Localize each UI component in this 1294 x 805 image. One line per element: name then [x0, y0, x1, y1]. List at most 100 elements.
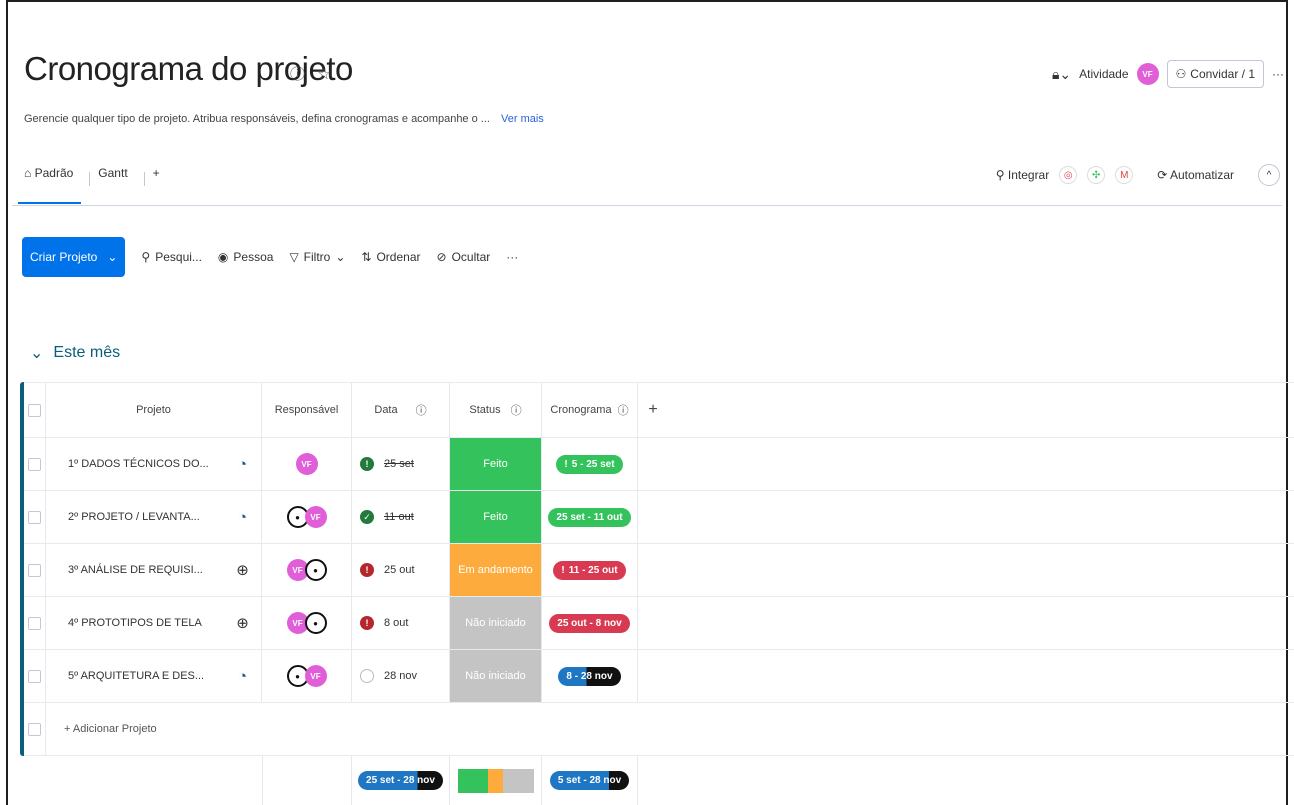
column-header-status[interactable]: Status ⓘ [450, 383, 542, 437]
hide-icon: ⊘ [436, 250, 447, 264]
activity-avatar[interactable]: VF [1136, 63, 1159, 85]
owner-cell[interactable]: ● VF [262, 650, 352, 702]
owner-cell[interactable]: VF [262, 438, 352, 490]
add-column-icon[interactable]: + [638, 383, 668, 437]
tab-gantt[interactable]: Gantt [98, 166, 135, 192]
row-checkbox-cell [24, 491, 46, 543]
timeline-cell[interactable]: 25 set - 11 out [542, 491, 638, 543]
row-checkbox [28, 722, 41, 736]
timeline-cell[interactable]: ! 5 - 25 set [542, 438, 638, 490]
date-value: 28 nov [384, 670, 418, 682]
info-icon[interactable]: ⓘ [290, 66, 305, 83]
date-cell[interactable]: ✓ 11 out [352, 491, 450, 543]
add-update-icon[interactable]: ⊕ [224, 597, 262, 649]
filter-icon: ▽ [289, 250, 299, 264]
integrate-button[interactable]: ⚲ Integrar [996, 168, 1050, 182]
invite-label: Convidar / 1 [1190, 67, 1255, 81]
avatar: ● [304, 612, 327, 634]
add-project-button[interactable]: + Adicionar Projeto [46, 703, 346, 755]
update-icon[interactable]: ◔ [224, 438, 262, 490]
collapse-header-icon[interactable]: ^ [1258, 164, 1280, 186]
automate-button[interactable]: ⟳ Automatizar [1157, 168, 1234, 182]
timeline-cell[interactable]: 8 - 28 nov [542, 650, 638, 702]
date-value: 8 out [384, 617, 409, 629]
group-header[interactable]: ⌄ Este mês [30, 343, 120, 363]
table-row[interactable]: 3º ANÁLISE DE REQUISI... ⊕ VF ● ! 25 out E… [24, 544, 1294, 597]
row-checkbox[interactable] [28, 669, 41, 683]
column-header-timeline[interactable]: Cronograma ⓘ [542, 383, 638, 437]
hide-button[interactable]: ⊘ Ocultar [437, 250, 491, 264]
status-summary [450, 756, 542, 805]
create-project-label: Criar Projeto [30, 250, 98, 264]
row-checkbox[interactable] [28, 457, 41, 471]
create-project-button[interactable]: Criar Projeto ⌄ [22, 237, 126, 277]
status-cell[interactable]: Em andamento [450, 544, 542, 596]
add-view-button[interactable]: + [153, 166, 168, 192]
table-row[interactable]: 1º DADOS TÉCNICOS DO... ◔ VF ! 25 set Fei… [24, 438, 1294, 491]
row-checkbox[interactable] [28, 616, 41, 630]
update-icon[interactable]: ◔ [224, 650, 262, 702]
date-value: 25 out [384, 564, 415, 576]
owner-cell[interactable]: ● VF [262, 491, 352, 543]
empty-status-icon [360, 669, 374, 683]
table-row[interactable]: 5º ARQUITETURA E DES... ◔ ● VF 28 nov Não… [24, 650, 1294, 703]
tabs-divider [12, 205, 1282, 206]
group-title: Este mês [53, 344, 121, 361]
update-icon[interactable]: ◔ [224, 491, 262, 543]
filter-label: Filtro [303, 250, 331, 264]
row-checkbox-cell [24, 544, 46, 596]
owner-cell[interactable]: VF ● [262, 597, 352, 649]
filter-button[interactable]: ▽ Filtro ⌄ [289, 250, 345, 264]
add-row[interactable]: + Adicionar Projeto [24, 703, 1294, 756]
table-row[interactable]: 4º PROTOTIPOS DE TELA ⊕ VF ● ! 8 out Não i… [24, 597, 1294, 650]
owner-summary [262, 756, 352, 805]
status-cell[interactable]: Não iniciado [450, 650, 542, 702]
sort-button[interactable]: ⇅ Ordenar [361, 250, 420, 264]
see-more-link[interactable]: Ver mais [501, 113, 544, 125]
row-checkbox-cell [24, 597, 46, 649]
view-tabs: ⌂ Padrão Gantt + [17, 166, 168, 204]
date-cell[interactable]: ! 8 out [352, 597, 450, 649]
status-not-started-segment [503, 768, 534, 793]
activity-button[interactable]: Atividade [1079, 67, 1128, 81]
more-options-icon[interactable]: ··· [1272, 67, 1284, 81]
search-icon: ⚲ [141, 250, 151, 264]
column-header-owner[interactable]: Responsável [262, 383, 352, 437]
chevron-down-icon[interactable]: ⌄ [107, 250, 117, 264]
user-add-icon: ⚇ [1175, 67, 1187, 81]
date-cell[interactable]: ! 25 out [352, 544, 450, 596]
owner-cell[interactable]: VF ● [262, 544, 352, 596]
row-checkbox[interactable] [28, 563, 41, 577]
alert-icon: ! [360, 616, 374, 630]
column-header-project[interactable]: Projeto [46, 383, 262, 437]
select-all-checkbox[interactable] [28, 403, 41, 417]
status-done-segment [457, 768, 488, 793]
tab-padrao[interactable]: ⌂ Padrão [17, 166, 82, 204]
table-row[interactable]: 2º PROJETO / LEVANTA... ◔ ● VF ✓ 11 out Fe… [24, 491, 1294, 544]
status-cell[interactable]: Feito [450, 438, 542, 490]
star-icon[interactable]: ☆ [317, 66, 330, 83]
search-button[interactable]: ⚲ Pesqui... [141, 250, 202, 264]
row-checkbox[interactable] [28, 510, 41, 524]
chevron-down-icon[interactable]: ⌄ [30, 343, 43, 363]
date-summary-pill: 25 set - 28 nov [358, 771, 443, 790]
status-working-segment [487, 768, 504, 793]
status-cell[interactable]: Não iniciado [450, 597, 542, 649]
date-cell[interactable]: 28 nov [352, 650, 450, 702]
integrate-label: Integrar [1007, 168, 1050, 182]
invite-button[interactable]: ⚇ Convidar / 1 [1166, 60, 1264, 88]
toolbar-more-button[interactable]: ··· [506, 250, 518, 264]
lock-icon[interactable]: 🔒︎⌄ [1052, 66, 1071, 83]
timeline-value: 5 - 25 set [571, 458, 615, 470]
column-header-date[interactable]: Data ⓘ [352, 383, 450, 437]
timeline-cell[interactable]: 25 out - 8 nov [542, 597, 638, 649]
person-filter-button[interactable]: ◉ Pessoa [218, 250, 274, 264]
tab-separator [89, 172, 91, 186]
timeline-pill: 8 - 28 nov [558, 666, 621, 686]
page-description: Gerencie qualquer tipo de projeto. Atrib… [24, 113, 544, 125]
integration-icon-2: ✣ [1087, 166, 1106, 184]
date-cell[interactable]: ! 25 set [352, 438, 450, 490]
status-cell[interactable]: Feito [450, 491, 542, 543]
add-update-icon[interactable]: ⊕ [224, 544, 262, 596]
timeline-cell[interactable]: ! 11 - 25 out [542, 544, 638, 596]
